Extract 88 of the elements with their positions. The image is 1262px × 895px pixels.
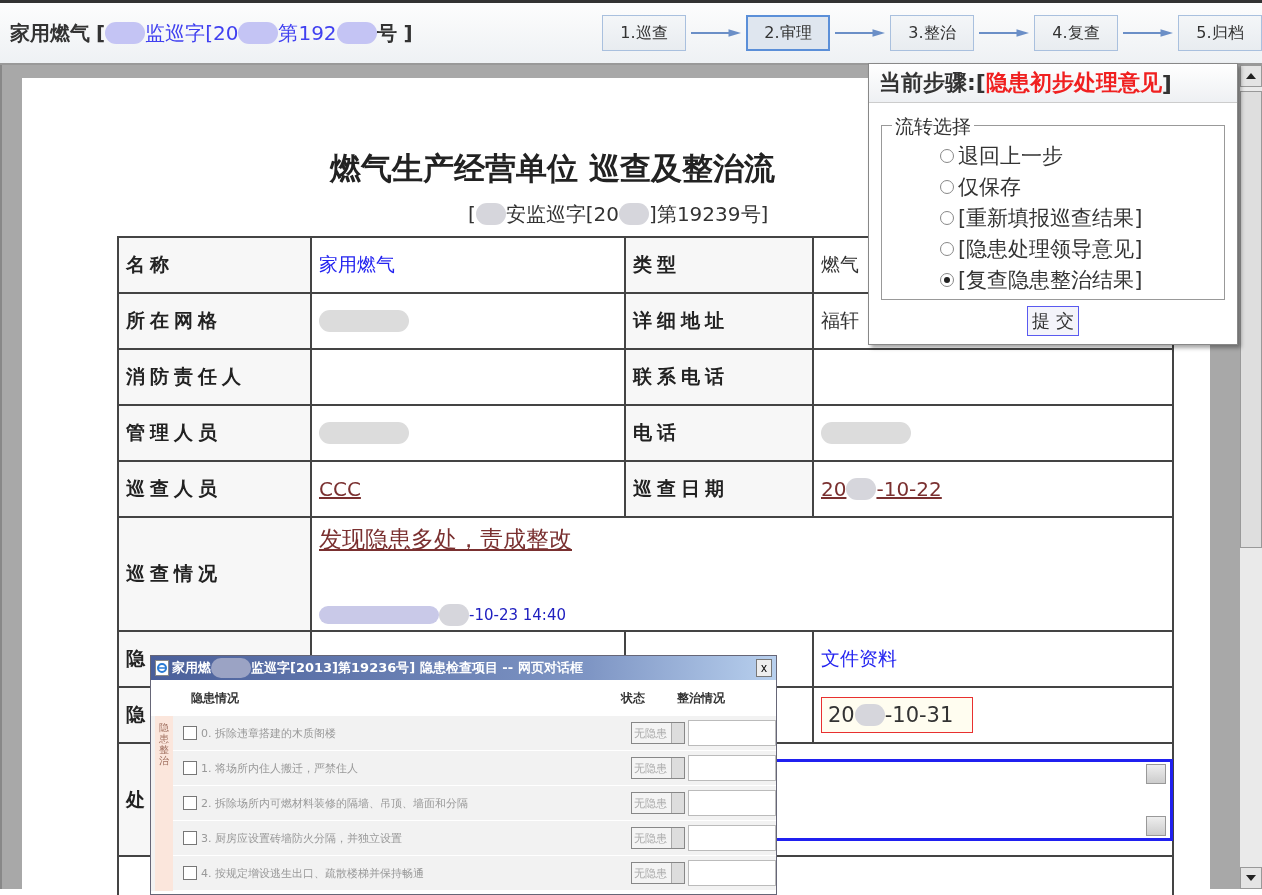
- date-field[interactable]: 20 -10-31: [821, 697, 973, 733]
- current-step-label: 当前步骤:[: [879, 69, 986, 97]
- finding-text: 发现隐患多处，责成整改: [319, 525, 572, 554]
- current-step-name: 隐患初步处理意见: [985, 69, 1162, 97]
- hazard-item: 1. 将场所内住人搬迁，严禁住人: [201, 760, 359, 776]
- document-number: ]第19239号]: [649, 200, 769, 228]
- option-label[interactable]: 退回上一步: [958, 141, 1063, 170]
- field-value: CCC: [319, 477, 361, 501]
- dialog-title: 监巡字[2013]第19236号] 隐患检查项目 -- 网页对话框: [251, 659, 583, 677]
- field-label: 详细地址: [633, 308, 729, 333]
- triangle-up-icon: [1246, 73, 1256, 79]
- caret-icon: [671, 758, 684, 778]
- input-field[interactable]: [688, 720, 776, 746]
- close-button[interactable]: x: [756, 659, 772, 677]
- field-label: 联系电话: [633, 364, 729, 389]
- field-label: 名称: [126, 252, 174, 277]
- field-label: 巡查日期: [633, 476, 729, 501]
- record-number: 第192: [278, 19, 337, 47]
- step-tab[interactable]: 5.归档: [1178, 15, 1262, 51]
- record-number: 号 ]: [376, 19, 413, 47]
- scrollbar-thumb[interactable]: [1240, 91, 1262, 548]
- input-field[interactable]: [688, 825, 776, 851]
- hazard-item: 0. 拆除违章搭建的木质阁楼: [201, 725, 337, 741]
- field-label: 所在网格: [126, 308, 222, 333]
- radio-button[interactable]: [940, 210, 954, 225]
- caret-icon: [671, 863, 684, 883]
- hazard-item: 2. 拆除场所内可燃材料装修的隔墙、吊顶、墙面和分隔: [201, 795, 469, 811]
- scroll-down-button[interactable]: [1240, 867, 1262, 889]
- redaction-blur: [238, 22, 279, 44]
- dialog-title: 家用燃: [172, 659, 211, 677]
- field-label: 类型: [633, 252, 681, 277]
- radio-button[interactable]: [940, 241, 954, 256]
- field-label: 巡查情况: [126, 561, 222, 586]
- document-number: 安监巡字[20: [505, 200, 620, 228]
- submit-button[interactable]: 提 交: [1027, 306, 1079, 336]
- column-header: 整治情况: [677, 689, 726, 707]
- redaction-blur: [846, 478, 877, 500]
- field-value: 燃气: [821, 252, 859, 277]
- field-label: 管理人员: [126, 420, 222, 445]
- record-number: [: [96, 21, 106, 45]
- step-tab[interactable]: 4.复查: [1034, 15, 1118, 51]
- caret-icon: [671, 723, 684, 743]
- group-label: 隐患整治: [159, 722, 169, 768]
- field-value: 20: [821, 477, 847, 501]
- current-step-label: ]: [1161, 70, 1172, 96]
- caret-icon: [671, 828, 684, 848]
- option-label[interactable]: 仅保存: [958, 172, 1021, 201]
- timestamp: -10-23 14:40: [469, 606, 566, 624]
- hazard-item: 3. 厨房应设置砖墙防火分隔，并独立设置: [201, 830, 403, 846]
- option-label[interactable]: [隐患处理领导意见]: [958, 234, 1143, 263]
- input-field[interactable]: [688, 755, 776, 781]
- redaction-blur: [854, 704, 885, 726]
- field-label: 消防责任人: [126, 364, 246, 389]
- link[interactable]: 文件资料: [821, 646, 897, 672]
- triangle-down-icon: [1246, 875, 1256, 881]
- column-header: 状态: [621, 689, 646, 707]
- radio-button[interactable]: [940, 148, 954, 163]
- hazard-item: 4. 按规定增设逃生出口、疏散楼梯并保持畅通: [201, 865, 425, 881]
- step-tab[interactable]: 3.整治: [890, 15, 974, 51]
- redaction-blur: [619, 203, 650, 225]
- redaction-blur: [211, 658, 251, 678]
- radio-button[interactable]: [940, 179, 954, 194]
- option-label[interactable]: [复查隐患整治结果]: [958, 265, 1143, 294]
- browser-icon: [155, 660, 169, 676]
- redaction-blur: [475, 203, 506, 225]
- document-title: 燃气生产经营单位 巡查及整治流: [330, 150, 775, 186]
- field-value: -10-22: [876, 477, 942, 501]
- radio-button[interactable]: [940, 272, 954, 287]
- field-label: 隐: [126, 702, 150, 727]
- option-label[interactable]: [重新填报巡查结果]: [958, 203, 1143, 232]
- redaction-blur: [336, 22, 377, 44]
- caret-icon: [671, 793, 684, 813]
- field-label: 隐: [126, 646, 150, 671]
- step-tab[interactable]: 1.巡查: [602, 15, 686, 51]
- field-label: 电话: [633, 420, 681, 445]
- redaction-blur: [105, 22, 146, 44]
- record-title: 家用燃气: [10, 19, 90, 47]
- scroll-up-button[interactable]: [1240, 65, 1262, 87]
- input-field[interactable]: [688, 790, 776, 816]
- document-number: [: [468, 202, 476, 226]
- step-tab[interactable]: 2.审理: [746, 15, 830, 51]
- field-label: 处: [126, 786, 150, 812]
- column-header: 隐患情况: [191, 689, 240, 707]
- record-number: 监巡字[20: [145, 19, 239, 47]
- field-value: 福轩: [821, 308, 859, 333]
- field-label: 巡查人员: [126, 476, 222, 501]
- input-field[interactable]: [688, 860, 776, 886]
- link[interactable]: 家用燃气: [319, 252, 395, 278]
